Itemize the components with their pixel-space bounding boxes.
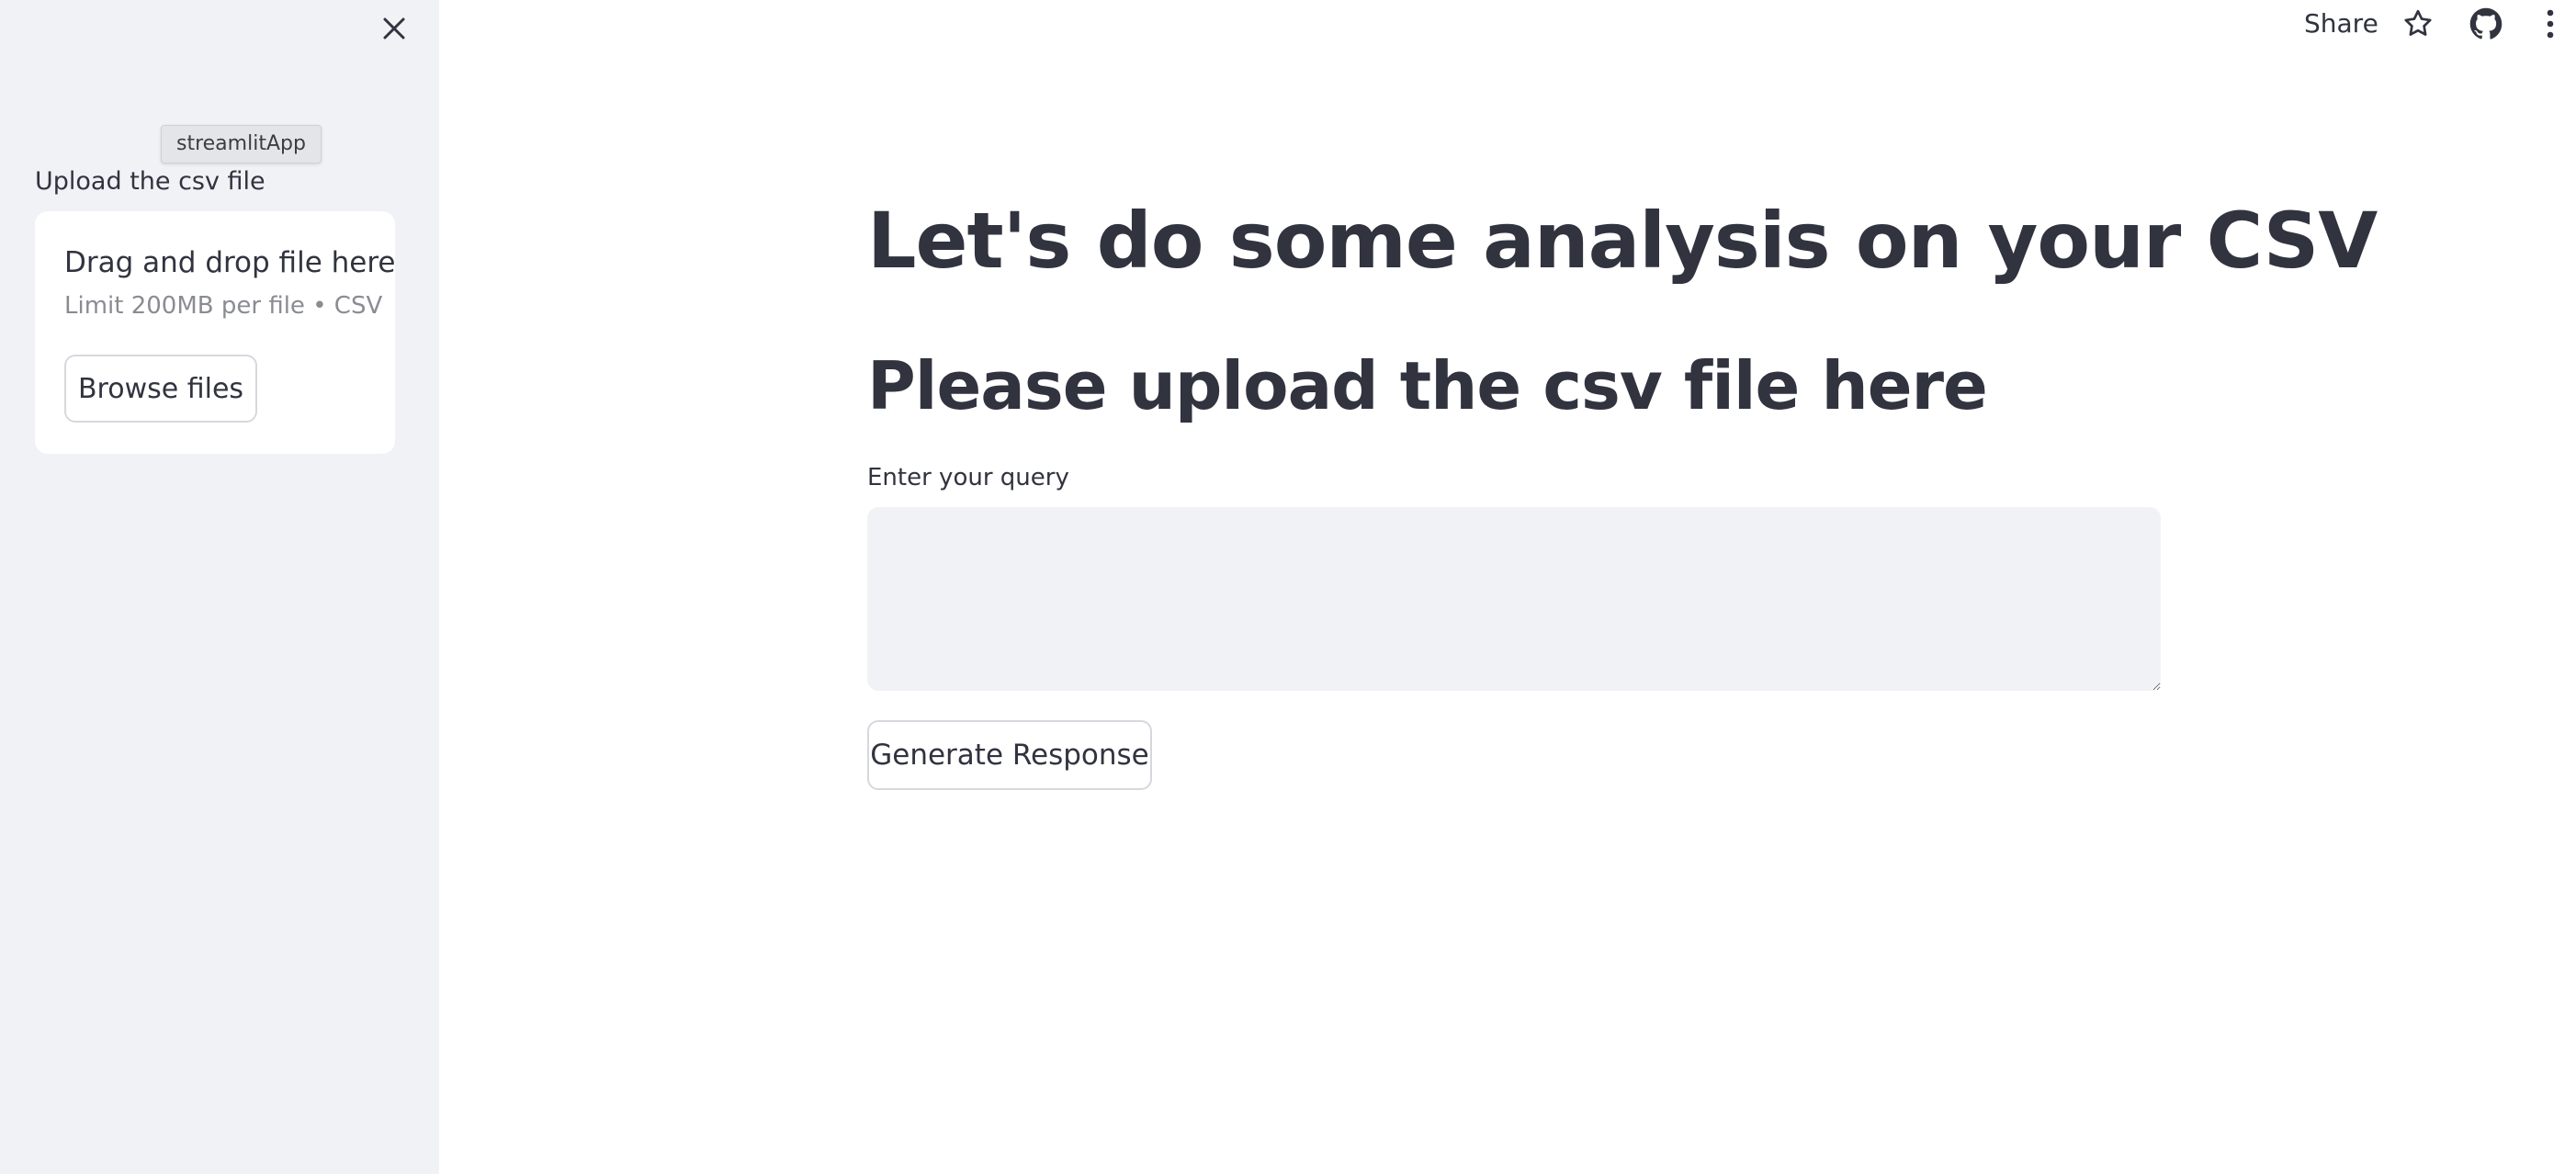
star-icon (2404, 9, 2432, 36)
github-button[interactable] (2468, 6, 2504, 42)
dropzone-title: Drag and drop file here (64, 246, 396, 279)
page-title: Let's do some analysis on your CSV (867, 196, 2378, 286)
close-icon (383, 17, 405, 40)
browse-files-button[interactable]: Browse files (64, 355, 257, 423)
upload-label: Upload the csv file (35, 167, 266, 196)
page-subtitle: Please upload the csv file here (867, 347, 1988, 424)
generate-response-button[interactable]: Generate Response (867, 720, 1152, 790)
sidebar: Upload the csv file Drag and drop file h… (0, 0, 439, 1174)
streamlit-app: Upload the csv file Drag and drop file h… (0, 0, 2576, 1174)
star-button[interactable] (2400, 6, 2436, 42)
query-label: Enter your query (867, 464, 1069, 491)
kebab-menu-icon (2547, 9, 2554, 39)
file-dropzone[interactable]: Drag and drop file here Limit 200MB per … (35, 211, 395, 454)
query-input[interactable] (867, 507, 2161, 691)
share-button[interactable]: Share (2304, 7, 2378, 40)
close-sidebar-button[interactable] (377, 11, 412, 46)
github-icon (2469, 7, 2503, 40)
main-menu-button[interactable] (2532, 6, 2569, 42)
dropzone-limit: Limit 200MB per file • CSV (64, 292, 383, 320)
tooltip: streamlitApp (161, 125, 322, 164)
